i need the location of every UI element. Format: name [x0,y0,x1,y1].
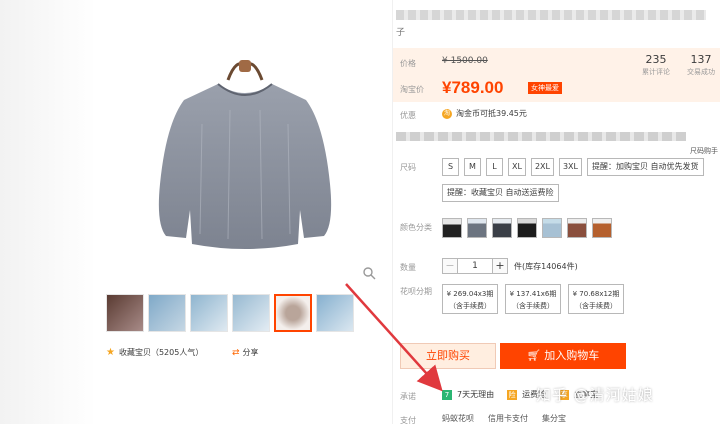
color-label: 颜色分类 [400,223,432,232]
installment-fee: （含手续费） [575,302,617,310]
installment-fee: （含手续费） [512,302,554,310]
taobao-coin-icon: 淘 [442,108,452,119]
share-label: 分享 [242,348,259,357]
thumbnail-selected[interactable] [274,294,312,332]
size-option-3xl[interactable]: 3XL [558,158,582,176]
payment-jifenbao: 集分宝 [542,414,566,423]
promo-badge: 女神最爱 [528,82,562,94]
installment-amount: ¥ 70.68x12期 [572,290,620,298]
stock-text: 件(库存14064件) [514,261,578,271]
payment-huabei: 蚂蚁花呗 [442,414,474,423]
reviews-stat[interactable]: 235 累计评论 [636,53,676,77]
quantity-stepper: − 1 + 件(库存14064件) [442,258,578,274]
coins-row: 淘 淘金币可抵39.45元 [442,108,527,119]
zoom-icon[interactable] [362,266,376,280]
original-price: ¥ 1500.00 [442,56,488,66]
sales-label: 交易成功 [687,68,715,76]
blurred-info-row [396,132,686,141]
buyer-note: 尺码购手 [690,147,718,155]
taobao-price: ¥789.00 [442,78,504,97]
quantity-plus-button[interactable]: + [492,258,508,274]
add-to-cart-button[interactable]: 🛒︎ 加入购物车 [500,343,626,369]
color-swatch[interactable] [442,218,462,238]
size-option-m[interactable]: M [464,158,481,176]
color-swatches [442,218,612,238]
promise-label: 承诺 [400,392,416,401]
size-option-s[interactable]: S [442,158,459,176]
cart-icon: 🛒︎ [526,349,545,362]
size-option-xl[interactable]: XL [508,158,526,176]
size-hint-favorite[interactable]: 提醒：收藏宝贝 自动送运费险 [442,184,559,202]
favorite-button[interactable]: ★ 收藏宝贝（5205人气） [106,347,203,358]
installment-options: ¥ 269.04x3期 （含手续费） ¥ 137.41x6期 （含手续费） ¥ … [442,284,624,314]
quantity-input[interactable]: 1 [458,258,492,274]
thumbnail-strip [106,294,354,332]
installment-option-3[interactable]: ¥ 269.04x3期 （含手续费） [442,284,498,314]
size-option-2xl[interactable]: 2XL [530,158,554,176]
reviews-label: 累计评论 [642,68,670,76]
add-to-cart-label: 加入购物车 [544,349,600,362]
quantity-label: 数量 [400,263,416,272]
share-button[interactable]: ⇄ 分享 [232,347,259,358]
thumbnail[interactable] [232,294,270,332]
promo-label: 优惠 [400,111,416,120]
thumbnail[interactable] [190,294,228,332]
taobao-price-label: 淘宝价 [400,85,424,94]
fur-coat-image [158,60,332,249]
watermark: 知乎 @清河姑娘 [536,386,654,404]
payment-methods: 蚂蚁花呗 信用卡支付 集分宝 [442,413,566,424]
price-label: 价格 [400,59,416,68]
product-title-suffix: 子 [396,28,406,38]
installment-option-6[interactable]: ¥ 137.41x6期 （含手续费） [505,284,561,314]
thumbnail[interactable] [148,294,186,332]
installment-amount: ¥ 137.41x6期 [509,290,557,298]
payment-label: 支付 [400,416,416,424]
color-swatch[interactable] [517,218,537,238]
installment-option-12[interactable]: ¥ 70.68x12期 （含手续费） [568,284,624,314]
size-options: S M L XL 2XL 3XL 提醒：加购宝贝 自动优先发货 [442,158,704,176]
share-icon: ⇄ [232,347,240,358]
seven-day-return-icon: 7 [442,389,452,400]
quantity-minus-button[interactable]: − [442,258,458,274]
product-title-blurred [396,10,706,20]
thumbnail[interactable] [316,294,354,332]
color-swatch[interactable] [467,218,487,238]
color-swatch[interactable] [492,218,512,238]
installment-label: 花呗分期 [400,287,432,296]
sales-stat: 137 交易成功 [682,53,720,77]
main-product-image[interactable] [110,14,380,284]
installment-fee: （含手续费） [449,302,491,310]
left-gutter [0,0,96,424]
size-option-l[interactable]: L [486,158,503,176]
size-hint-cart[interactable]: 提醒：加购宝贝 自动优先发货 [587,158,704,176]
buy-now-button[interactable]: 立即购买 [400,343,496,369]
payment-credit-card: 信用卡支付 [488,414,528,423]
thumbnail[interactable] [106,294,144,332]
reviews-count: 235 [645,53,667,66]
sales-count: 137 [690,53,712,66]
color-swatch[interactable] [592,218,612,238]
size-label: 尺码 [400,163,416,172]
insurance-icon: 险 [507,389,518,400]
installment-amount: ¥ 269.04x3期 [446,290,494,298]
return-policy-text[interactable]: 7天无理由 [457,389,494,400]
color-swatch[interactable] [567,218,587,238]
star-icon: ★ [106,347,115,358]
color-swatch[interactable] [542,218,562,238]
coins-text: 淘金币可抵39.45元 [456,109,527,118]
favorite-label: 收藏宝贝（5205人气） [118,348,204,357]
